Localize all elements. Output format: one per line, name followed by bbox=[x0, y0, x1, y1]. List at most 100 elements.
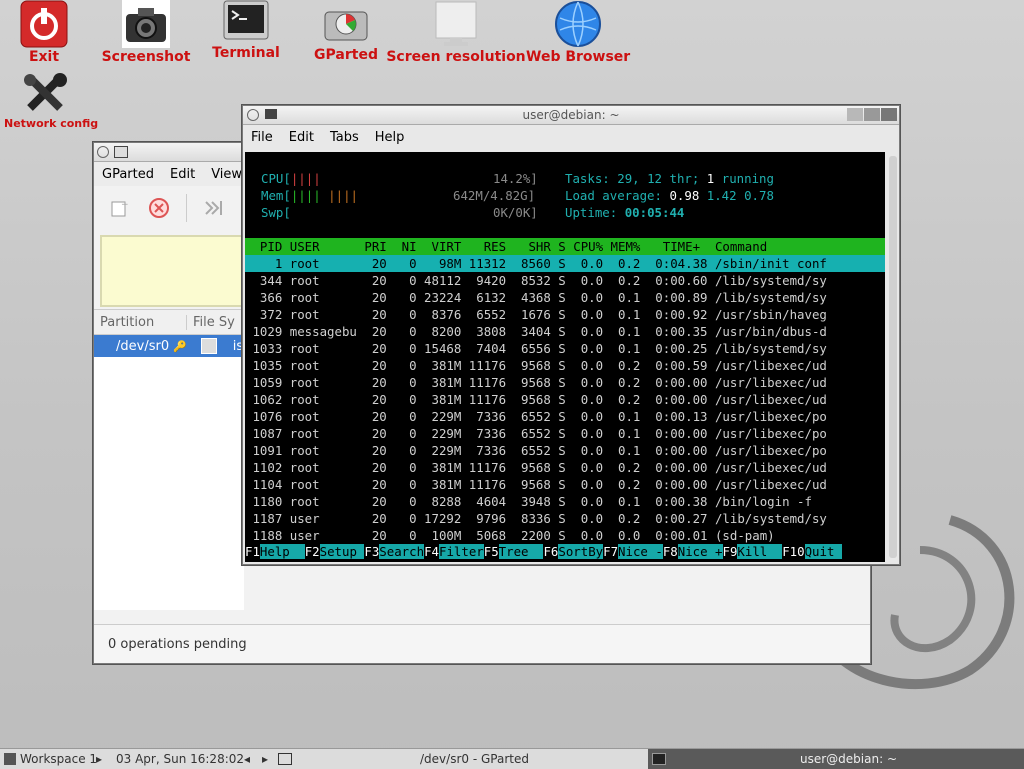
terminal-titlebar[interactable]: user@debian: ~ bbox=[243, 106, 899, 125]
clock: 03 Apr, Sun 16:28:02 bbox=[116, 752, 245, 766]
partition-table: Partition File Sy /dev/sr0 🔑 is bbox=[94, 309, 244, 610]
fkey-label[interactable]: Help bbox=[259, 544, 305, 559]
partition-name: /dev/sr0 bbox=[116, 338, 170, 354]
desktop-icon-screenshot[interactable]: Screenshot bbox=[96, 0, 196, 65]
close-button[interactable] bbox=[881, 108, 897, 121]
menu-edit[interactable]: Edit bbox=[162, 167, 203, 182]
toolbar-separator bbox=[186, 194, 187, 222]
fkey-9[interactable]: F9 bbox=[722, 544, 738, 559]
new-partition-button[interactable]: + bbox=[106, 195, 132, 221]
resize-move-button[interactable] bbox=[201, 195, 227, 221]
process-row-selected[interactable]: 1 root 20 0 98M 11312 8560 S 0.0 0.2 0:0… bbox=[245, 255, 885, 272]
workspace-next-icon[interactable]: ▸ bbox=[96, 752, 102, 766]
desktop-icon-web-browser[interactable]: Web Browser bbox=[526, 0, 630, 65]
process-row[interactable]: 1102 root 20 0 381M 11176 9568 S 0.0 0.2… bbox=[245, 459, 885, 476]
delete-button[interactable] bbox=[146, 195, 172, 221]
task-terminal[interactable]: user@debian: ~ bbox=[648, 749, 1024, 769]
desktop-icon-exit[interactable]: Exit bbox=[8, 0, 80, 65]
terminal-icon bbox=[223, 0, 269, 40]
fkey-3[interactable]: F3 bbox=[364, 544, 380, 559]
power-icon bbox=[20, 0, 68, 48]
col-partition[interactable]: Partition bbox=[94, 314, 187, 330]
terminal-window[interactable]: user@debian: ~ File Edit Tabs Help CPU[|… bbox=[242, 105, 900, 565]
prev-icon[interactable]: ◂ bbox=[244, 752, 250, 766]
task-terminal-label: user@debian: ~ bbox=[800, 752, 897, 766]
partition-graph[interactable] bbox=[100, 235, 249, 307]
process-row[interactable]: 1187 user 20 0 17292 9796 8336 S 0.0 0.2… bbox=[245, 510, 885, 527]
fkey-7[interactable]: F7 bbox=[603, 544, 619, 559]
mem-bar-a: |||| bbox=[290, 188, 321, 203]
menu-tabs[interactable]: Tabs bbox=[322, 130, 367, 145]
load-line: Load average: 0.98 1.42 0.78 bbox=[565, 187, 774, 204]
desktop-icon-label: Screen resolution bbox=[386, 49, 526, 65]
desktop-icon-label: Web Browser bbox=[526, 49, 631, 65]
process-row[interactable]: 1087 root 20 0 229M 7336 6552 S 0.0 0.1 … bbox=[245, 425, 885, 442]
process-row[interactable]: 1091 root 20 0 229M 7336 6552 S 0.0 0.1 … bbox=[245, 442, 885, 459]
fkey-label[interactable]: Tree bbox=[498, 544, 544, 559]
terminal-task-icon bbox=[652, 753, 666, 765]
maximize-button[interactable] bbox=[864, 108, 880, 121]
process-row[interactable]: 344 root 20 0 48112 9420 8532 S 0.0 0.2 … bbox=[245, 272, 885, 289]
desktop-icon-terminal[interactable]: Terminal bbox=[206, 0, 286, 61]
menu-file[interactable]: File bbox=[243, 130, 281, 145]
task-gparted[interactable]: /dev/sr0 - GParted bbox=[420, 752, 529, 766]
terminal-scrollbar[interactable] bbox=[889, 156, 897, 558]
partition-table-header: Partition File Sy bbox=[94, 310, 244, 335]
fkey-label[interactable]: SortBy bbox=[558, 544, 604, 559]
process-row[interactable]: 1033 root 20 0 15468 7404 6556 S 0.0 0.1… bbox=[245, 340, 885, 357]
menu-help[interactable]: Help bbox=[367, 130, 413, 145]
desktop-icon-label: Exit bbox=[28, 49, 60, 65]
terminal-title: user@debian: ~ bbox=[522, 108, 620, 122]
desktop-icon-gparted[interactable]: GParted bbox=[306, 0, 386, 63]
process-row[interactable]: 1076 root 20 0 229M 7336 6552 S 0.0 0.1 … bbox=[245, 408, 885, 425]
fkey-label[interactable]: Kill bbox=[737, 544, 783, 559]
fkey-4[interactable]: F4 bbox=[424, 544, 439, 559]
fkey-5[interactable]: F5 bbox=[483, 544, 499, 559]
new-partition-icon: + bbox=[111, 200, 129, 217]
desktop-icon-label: Screenshot bbox=[101, 49, 191, 65]
swp-value: 0K/0K] bbox=[493, 205, 538, 220]
fkey-label[interactable]: Search bbox=[379, 544, 425, 559]
camera-icon bbox=[122, 0, 170, 48]
fkey-8[interactable]: F8 bbox=[662, 544, 678, 559]
menu-gparted[interactable]: GParted bbox=[94, 167, 162, 182]
load-1: 0.98 bbox=[669, 188, 700, 203]
process-table-header[interactable]: PID USER PRI NI VIRT RES SHR S CPU% MEM%… bbox=[245, 238, 885, 255]
process-row[interactable]: 1035 root 20 0 381M 11176 9568 S 0.0 0.2… bbox=[245, 357, 885, 374]
mem-meter: Mem[|||| |||| bbox=[261, 187, 358, 204]
fkey-6[interactable]: F6 bbox=[543, 544, 559, 559]
taskbar: Workspace 1 ▸ 03 Apr, Sun 16:28:02 ◂ ▸ /… bbox=[0, 748, 1024, 769]
menu-edit[interactable]: Edit bbox=[281, 130, 322, 145]
col-filesystem[interactable]: File Sy bbox=[187, 315, 241, 330]
process-row[interactable]: 1104 root 20 0 381M 11176 9568 S 0.0 0.2… bbox=[245, 476, 885, 493]
workspace-label[interactable]: Workspace 1 bbox=[20, 752, 97, 766]
fkey-1[interactable]: F1 bbox=[245, 544, 260, 559]
desktop-icon-network-config[interactable]: Network config bbox=[4, 72, 98, 130]
process-row[interactable]: 372 root 20 0 8376 6552 1676 S 0.0 0.1 0… bbox=[245, 306, 885, 323]
fkey-label[interactable]: Quit bbox=[804, 544, 842, 559]
next-icon[interactable]: ▸ bbox=[262, 752, 268, 766]
process-row[interactable]: 366 root 20 0 23224 6132 4368 S 0.0 0.1 … bbox=[245, 289, 885, 306]
process-row[interactable]: 1029 messagebu 20 0 8200 3808 3404 S 0.0… bbox=[245, 323, 885, 340]
fkey-10[interactable]: F10 bbox=[782, 544, 805, 559]
partition-row[interactable]: /dev/sr0 🔑 is bbox=[94, 335, 244, 357]
process-row[interactable]: 1059 root 20 0 381M 11176 9568 S 0.0 0.2… bbox=[245, 374, 885, 391]
desktop-icon-screen-resolution[interactable]: Screen resolution bbox=[386, 0, 526, 65]
menu-icon[interactable] bbox=[4, 753, 16, 765]
running-label: running bbox=[721, 171, 774, 186]
app-icon bbox=[114, 146, 128, 158]
fkey-label[interactable]: Setup bbox=[319, 544, 365, 559]
process-row[interactable]: 1062 root 20 0 381M 11176 9568 S 0.0 0.2… bbox=[245, 391, 885, 408]
process-row[interactable]: 1180 root 20 0 8288 4604 3948 S 0.0 0.1 … bbox=[245, 493, 885, 510]
minimize-button[interactable] bbox=[847, 108, 863, 121]
fkey-label[interactable]: Nice + bbox=[677, 544, 723, 559]
tasks-label: Tasks: bbox=[565, 171, 610, 186]
fkey-2[interactable]: F2 bbox=[304, 544, 320, 559]
fkey-label[interactable]: Filter bbox=[438, 544, 484, 559]
terminal-menubar: File Edit Tabs Help bbox=[243, 125, 899, 149]
process-row[interactable]: 1188 user 20 0 100M 5068 2200 S 0.0 0.0 … bbox=[245, 527, 885, 544]
fkey-label[interactable]: Nice - bbox=[618, 544, 663, 559]
terminal-screen[interactable]: CPU[|||| 14.2%] Mem[|||| |||| 642M/4.82G… bbox=[245, 152, 885, 562]
cpu-meter: CPU[|||| bbox=[261, 170, 321, 187]
window-menu-icon[interactable] bbox=[97, 146, 109, 158]
